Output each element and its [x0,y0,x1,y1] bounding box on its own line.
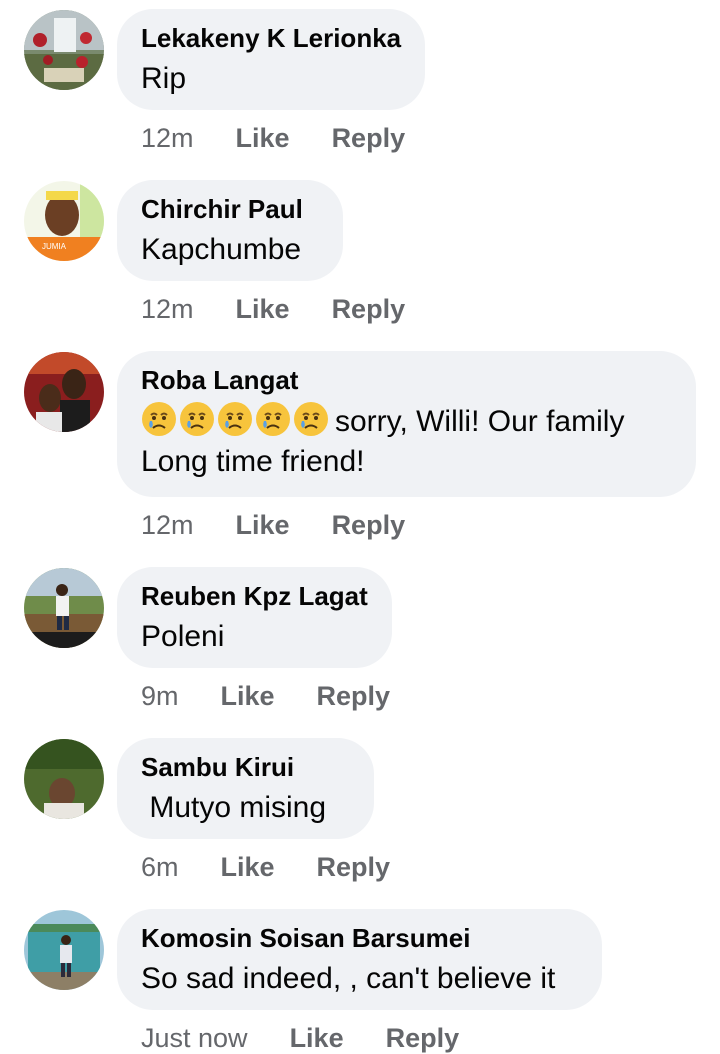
crying-face-icon [294,402,328,436]
comment-bubble: Sambu Kirui Mutyo mising [117,738,374,839]
comment-actions: 12m Like Reply [141,122,405,154]
comment-actions: 12m Like Reply [141,509,405,541]
comment-bubble: Komosin Soisan Barsumei So sad indeed, ,… [117,909,602,1010]
avatar[interactable] [24,739,104,819]
comment-author[interactable]: Chirchir Paul [141,194,319,224]
crying-face-icon [180,402,214,436]
like-button[interactable]: Like [236,293,290,325]
avatar[interactable] [24,352,104,432]
child-avatar [24,739,104,819]
comment-time[interactable]: 9m [141,680,179,712]
like-button[interactable]: Like [236,509,290,541]
like-button[interactable]: Like [221,851,275,883]
comment-text: sorry, Willi! Our family [141,401,672,442]
comment-time[interactable]: Just now [141,1022,248,1054]
avatar[interactable] [24,568,104,648]
comment-text: So sad indeed, , can't believe it [141,962,556,995]
comment-bubble: Lekakeny K Lerionka Rip [117,9,425,110]
like-button[interactable]: Like [290,1022,344,1054]
crying-face-icon [218,402,252,436]
comment-author[interactable]: Reuben Kpz Lagat [141,581,368,611]
crying-face-icon [142,402,176,436]
comment-actions: 9m Like Reply [141,680,390,712]
comment-author[interactable]: Roba Langat [141,365,672,395]
reply-button[interactable]: Reply [317,851,391,883]
like-button[interactable]: Like [236,122,290,154]
comment-bubble: Chirchir Paul Kapchumbe [117,180,343,281]
comment-author[interactable]: Lekakeny K Lerionka [141,23,401,53]
avatar[interactable] [24,910,104,990]
reply-button[interactable]: Reply [332,122,406,154]
comment-time[interactable]: 12m [141,122,194,154]
couple-avatar [24,352,104,432]
comment-actions: 6m Like Reply [141,851,390,883]
comment-time[interactable]: 6m [141,851,179,883]
comment-text: Kapchumbe [141,233,302,266]
reply-button[interactable]: Reply [332,293,406,325]
avatar[interactable]: JUMIA [24,181,104,261]
comment-time[interactable]: 12m [141,509,194,541]
comment-text: Poleni [141,620,225,653]
like-button[interactable]: Like [221,680,275,712]
comment-bubble: Roba Langat sorry, Willi! Our family Lon… [117,351,696,497]
comment-author[interactable]: Komosin Soisan Barsumei [141,923,578,953]
comment-time[interactable]: 12m [141,293,194,325]
comment-bubble: Reuben Kpz Lagat Poleni [117,567,392,668]
person-orange-avatar: JUMIA [24,181,104,261]
comment-text: Mutyo mising [141,791,327,824]
svg-text:JUMIA: JUMIA [42,242,67,251]
comment-actions: Just now Like Reply [141,1022,459,1054]
reply-button[interactable]: Reply [332,509,406,541]
roses-avatar [24,10,104,90]
comment-actions: 12m Like Reply [141,293,405,325]
comment-author[interactable]: Sambu Kirui [141,752,350,782]
man-field-avatar [24,568,104,648]
emoji-group [141,401,329,437]
comment-text-line2: Long time friend! [141,445,365,478]
crying-face-icon [256,402,290,436]
reply-button[interactable]: Reply [386,1022,460,1054]
man-building-avatar [24,910,104,990]
comment-text: Rip [141,62,187,95]
comment-text-line1: sorry, Willi! Our family [335,405,625,438]
reply-button[interactable]: Reply [317,680,391,712]
avatar[interactable] [24,10,104,90]
